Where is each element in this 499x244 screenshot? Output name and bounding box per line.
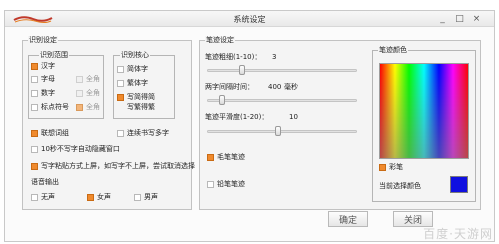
thickness-label: 笔迹粗细(1-10)：: [205, 53, 262, 61]
ok-button[interactable]: 确定: [328, 211, 368, 227]
close-window-button[interactable]: ×: [471, 13, 482, 24]
watermark: 百度·天游网: [423, 227, 493, 241]
color-palette[interactable]: [379, 63, 469, 159]
checkbox[interactable]: [31, 194, 38, 201]
checkbox[interactable]: [117, 94, 124, 101]
range-option-letters[interactable]: 字母: [31, 75, 55, 84]
minimize-button[interactable]: _: [437, 13, 448, 24]
checkbox[interactable]: [207, 154, 214, 161]
continuous-option[interactable]: 连续书写多字: [117, 129, 169, 138]
core-legend: 识别核心: [120, 51, 150, 60]
voice-label: 语音输出: [31, 178, 59, 186]
voice-option-female[interactable]: 女声: [87, 193, 111, 202]
association-option[interactable]: 联想词组: [31, 129, 69, 138]
range-option-punctuation[interactable]: 标点符号: [31, 103, 69, 112]
checkbox[interactable]: [134, 194, 141, 201]
smooth-value: 10: [289, 113, 298, 121]
voice-option-male[interactable]: 男声: [134, 193, 158, 202]
range-option-digits[interactable]: 数字: [31, 89, 55, 98]
pencil-option[interactable]: 铅笔笔迹: [207, 180, 245, 189]
checkbox[interactable]: [117, 130, 124, 137]
checkbox[interactable]: [31, 130, 38, 137]
fullwidth-letters[interactable]: 全角: [76, 75, 100, 84]
title-bar: 系统设定 _ □ ×: [5, 11, 494, 27]
brush-option[interactable]: 毛笔笔迹: [207, 153, 245, 162]
core-option-simplified[interactable]: 简体字: [117, 65, 148, 74]
core-sublabel: 写繁得繁: [127, 103, 155, 111]
range-legend: 识别范围: [39, 51, 69, 60]
range-option-hanzi[interactable]: 汉字: [31, 62, 55, 71]
core-option-match[interactable]: 写简得简: [117, 93, 155, 102]
delay-unit: 毫秒: [284, 83, 298, 91]
recognition-legend: 识别设定: [28, 36, 58, 45]
fullwidth-digits[interactable]: 全角: [76, 89, 100, 98]
pen-legend: 笔迹设定: [205, 36, 235, 45]
checkbox[interactable]: [207, 181, 214, 188]
color-legend: 笔迹颜色: [378, 46, 408, 55]
window-title: 系统设定: [233, 15, 266, 24]
paste-mode-option[interactable]: 写字粘贴方式上屏，如写字不上屏，尝试取消选择: [31, 162, 195, 171]
checkbox[interactable]: [117, 80, 124, 87]
smooth-slider[interactable]: [207, 126, 357, 136]
checkbox[interactable]: [31, 163, 38, 170]
checkbox[interactable]: [31, 90, 38, 97]
slider-thumb[interactable]: [239, 65, 245, 75]
auto-hide-option[interactable]: 10秒不写字自动隐藏窗口: [31, 145, 120, 154]
checkbox[interactable]: [76, 90, 83, 97]
checkbox[interactable]: [76, 76, 83, 83]
voice-option-silent[interactable]: 无声: [31, 193, 55, 202]
thickness-slider[interactable]: [207, 65, 357, 75]
fullwidth-punctuation[interactable]: 全角: [76, 103, 100, 112]
restore-button[interactable]: □: [454, 13, 465, 24]
checkbox[interactable]: [31, 76, 38, 83]
delay-value: 400: [268, 83, 282, 91]
delay-label: 两字间隔时间：: [205, 83, 254, 91]
checkbox[interactable]: [87, 194, 94, 201]
checkbox[interactable]: [31, 104, 38, 111]
checkbox[interactable]: [379, 164, 386, 171]
delay-slider[interactable]: [207, 95, 357, 105]
checkbox[interactable]: [76, 104, 83, 111]
current-color-swatch: [450, 176, 468, 193]
rainbow-option[interactable]: 彩笔: [379, 163, 403, 172]
slider-thumb[interactable]: [275, 126, 281, 136]
checkbox[interactable]: [117, 66, 124, 73]
current-color-label: 当前选择颜色: [379, 182, 421, 190]
smooth-label: 笔迹平滑度(1-20)：: [205, 113, 269, 121]
checkbox[interactable]: [31, 63, 38, 70]
slider-thumb[interactable]: [219, 95, 225, 105]
core-option-traditional[interactable]: 繁体字: [117, 79, 148, 88]
thickness-value: 3: [272, 53, 277, 61]
checkbox[interactable]: [31, 146, 38, 153]
